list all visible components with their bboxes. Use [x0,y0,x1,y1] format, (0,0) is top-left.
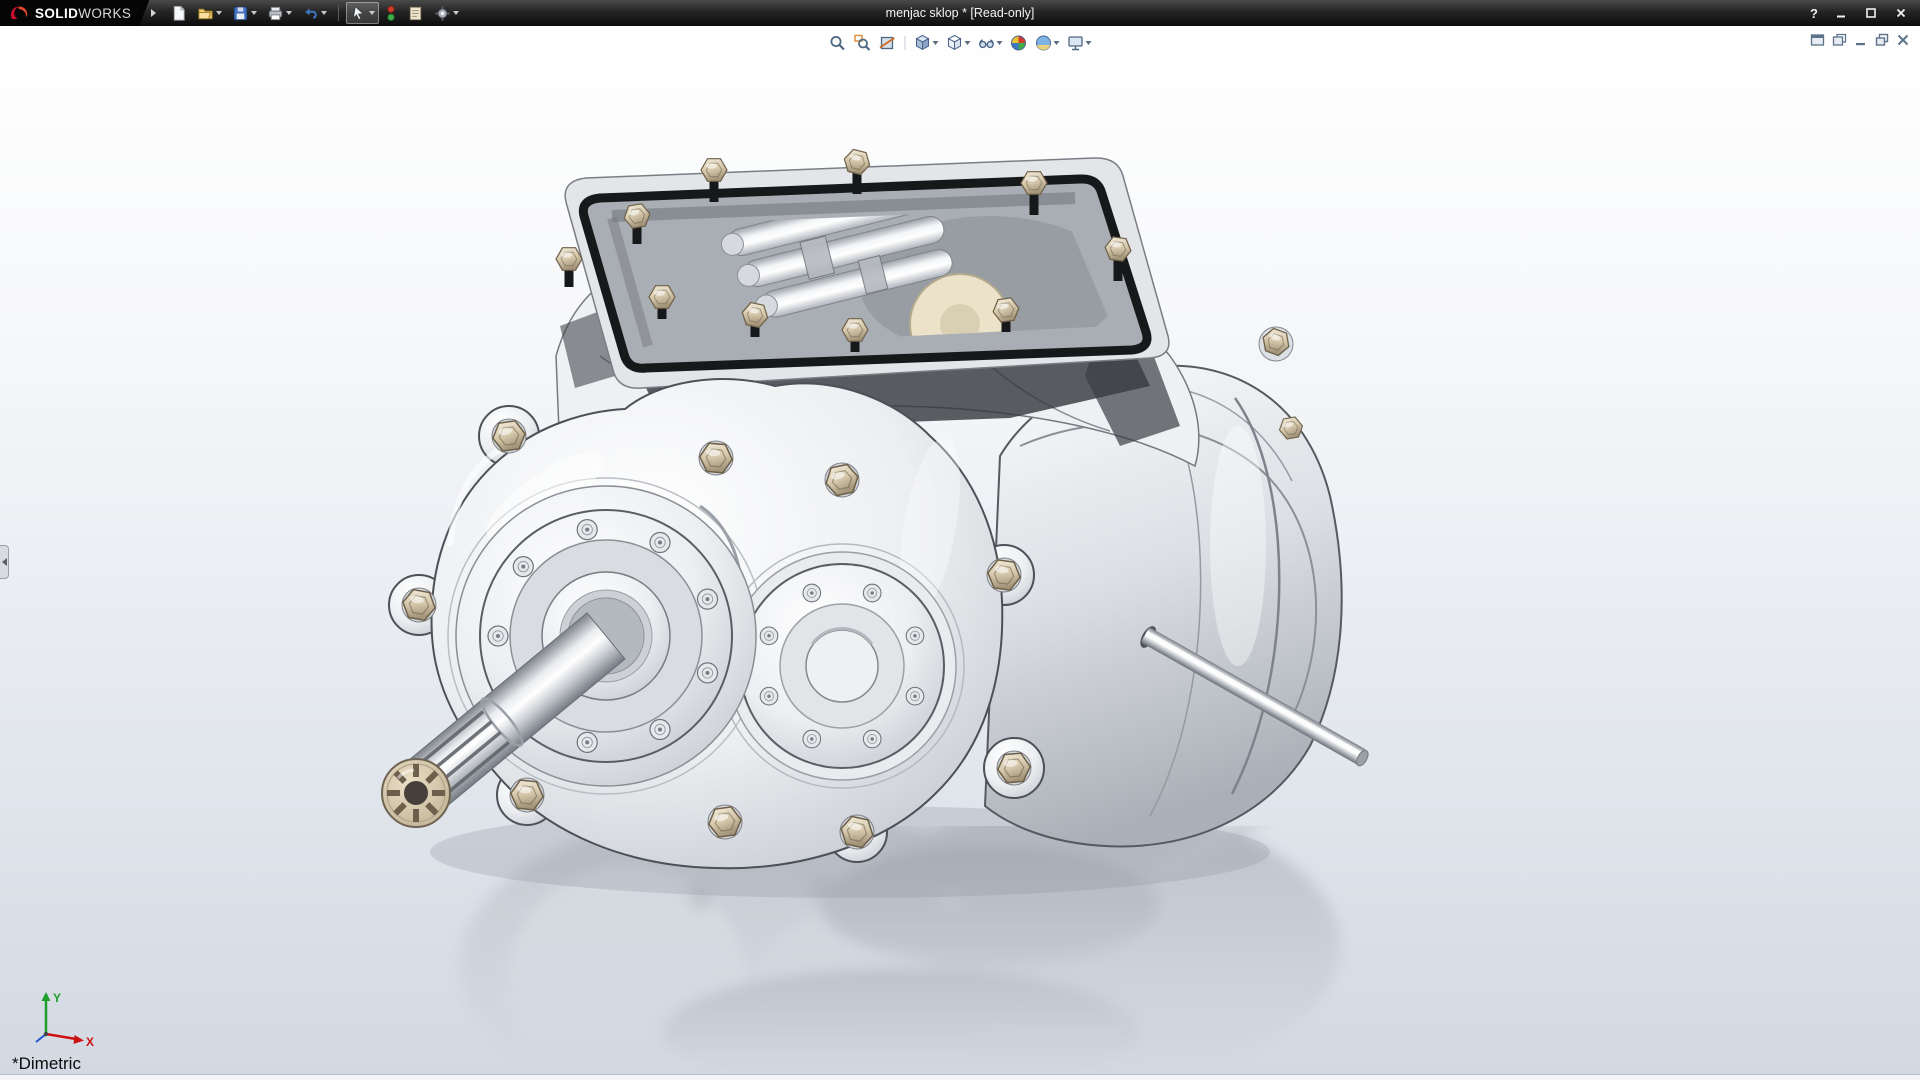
panel-collapse-tab[interactable] [0,545,9,579]
display-style-icon [946,34,964,52]
undo-dropdown-caret[interactable] [321,11,327,15]
select-cursor-icon [350,5,367,22]
view-settings-icon [1067,34,1085,52]
minimize-button[interactable] [1828,4,1854,22]
document-window-controls [1810,33,1910,47]
zoom-to-area-button[interactable] [852,32,874,54]
file-properties-icon [407,5,424,22]
zoom-to-area-icon [854,34,872,52]
maximize-button[interactable] [1858,4,1884,22]
menu-expand-arrow[interactable] [151,9,156,17]
hide-show-items-icon [978,34,996,52]
x-axis-label: X [86,1035,94,1049]
edit-appearance-button[interactable] [1008,32,1030,54]
dassault-systemes-logo-icon [8,5,30,21]
apply-scene-caret[interactable] [1054,41,1060,45]
brand-light: WORKS [78,6,131,21]
print-dropdown-caret[interactable] [286,11,292,15]
view-settings-button[interactable] [1065,32,1094,54]
open-dropdown-caret[interactable] [216,11,222,15]
status-strip [0,1074,1920,1080]
undo-icon [302,5,319,22]
help-button[interactable]: ? [1804,6,1824,21]
close-icon [1895,7,1907,19]
selection-filter-toggle-icon [385,5,397,22]
undo-button[interactable] [298,2,331,24]
heads-up-view-toolbar [827,32,1094,54]
view-orientation-caret[interactable] [933,41,939,45]
brand-bold: SOLID [35,6,78,21]
collapse-arrow-icon [2,558,7,566]
window-title-bar: SOLIDWORKS [0,0,1920,26]
section-view-icon [879,34,897,52]
model-gearbox-assembly[interactable] [0,26,1920,1074]
restore-document-icon[interactable] [1875,33,1889,47]
app-logo: SOLIDWORKS [0,0,149,26]
apply-scene-icon [1035,34,1053,52]
options-dropdown-caret[interactable] [453,11,459,15]
print-button[interactable] [263,2,296,24]
selection-filter-toggle-button[interactable] [381,2,401,24]
orientation-triad: Y X [22,986,100,1052]
save-icon [232,5,249,22]
view-settings-caret[interactable] [1086,41,1092,45]
save-dropdown-caret[interactable] [251,11,257,15]
x-axis-arrow [74,1035,85,1044]
edit-appearance-icon [1010,34,1028,52]
graphics-viewport[interactable]: Y X *Dimetric [0,26,1920,1074]
display-style-button[interactable] [944,32,973,54]
zoom-to-fit-button[interactable] [827,32,849,54]
open-button[interactable] [193,2,226,24]
display-style-caret[interactable] [965,41,971,45]
triad-origin [44,1032,48,1036]
previous-document-icon[interactable] [1810,33,1825,47]
hud-separator [905,36,906,50]
close-document-icon[interactable] [1896,33,1910,47]
file-properties-button[interactable] [403,2,428,24]
minimize-icon [1835,7,1847,19]
options-icon [434,5,451,22]
maximize-icon [1865,7,1877,19]
y-axis-arrow [42,992,51,1001]
close-button[interactable] [1888,4,1914,22]
options-button[interactable] [430,2,463,24]
hide-show-items-caret[interactable] [997,41,1003,45]
view-orientation-button[interactable] [912,32,941,54]
window-controls: ? [1804,4,1920,22]
zoom-to-fit-icon [829,34,847,52]
hide-show-items-button[interactable] [976,32,1005,54]
toolbar-separator [338,5,339,21]
new-document-button[interactable] [166,2,191,24]
new-window-icon[interactable] [1832,33,1847,47]
open-icon [197,5,214,22]
print-icon [267,5,284,22]
save-button[interactable] [228,2,261,24]
view-orientation-icon [914,34,932,52]
section-view-button[interactable] [877,32,899,54]
new-document-icon [170,5,187,22]
main-toolbar [166,2,463,24]
part-output-flange[interactable] [728,552,956,780]
y-axis-label: Y [53,991,61,1005]
minimize-document-icon[interactable] [1854,33,1868,47]
apply-scene-button[interactable] [1033,32,1062,54]
select-dropdown-caret[interactable] [369,11,375,15]
view-orientation-label: *Dimetric [12,1054,81,1074]
brand-name: SOLIDWORKS [35,6,131,21]
select-button[interactable] [346,2,379,24]
